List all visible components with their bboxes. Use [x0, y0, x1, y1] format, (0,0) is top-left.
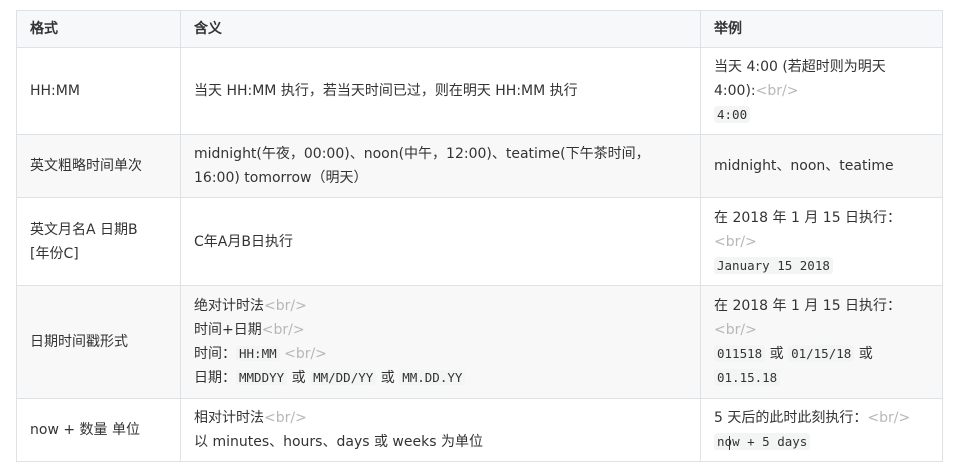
example-text: 5 天后的此时此刻执行： — [714, 410, 868, 426]
meaning-code: MMDDYY — [236, 370, 288, 385]
header-format: 格式 — [16, 10, 181, 48]
meaning-line: 以 minutes、hours、days 或 weeks 为单位 — [194, 434, 483, 450]
meaning-line: 时间： HH:MM <br/> — [194, 342, 687, 366]
format-line: [年份C] — [30, 245, 79, 262]
cell-meaning: 相对计时法<br/> 以 minutes、hours、days 或 weeks … — [180, 398, 701, 462]
meaning-label: 时间： — [194, 346, 236, 362]
cell-format: HH:MM — [16, 47, 181, 135]
br-tag: <br/> — [284, 346, 327, 362]
example-code: January 15 2018 — [714, 256, 833, 274]
meaning-code: MM.DD.YY — [399, 370, 466, 385]
br-tag: <br/> — [714, 322, 757, 338]
header-row: 格式 含义 举例 — [16, 10, 943, 48]
example-code: 011518 — [714, 345, 766, 362]
meaning-line: 日期： MMDDYY 或 MM/DD/YY 或 MM.DD.YY — [194, 366, 687, 390]
br-tag: <br/> — [264, 298, 307, 314]
document: 格式 含义 举例 HH:MM 当天 HH:MM 执行，若当天时间已过，则在明天 … — [0, 0, 969, 463]
meaning-or: 或 — [380, 370, 395, 386]
example-code-line: 011518 或 01/15/18 或 — [714, 342, 929, 366]
example-code-line: January 15 2018 — [714, 254, 929, 278]
br-tag: <br/> — [261, 322, 305, 338]
example-text-line: 在 2018 年 1 月 15 日执行： — [714, 298, 902, 314]
cell-meaning: 当天 HH:MM 执行，若当天时间已过，则在明天 HH:MM 执行 — [180, 47, 701, 135]
example-code-part: w + 5 days — [732, 434, 808, 449]
meaning-line: 时间+日期<br/> — [194, 318, 687, 342]
cell-format: 英文月名A 日期B [年份C] — [16, 197, 181, 286]
meaning-text: 时间+日期 — [194, 322, 262, 338]
example-text-line: 在 2018 年 1 月 15 日执行： — [714, 209, 902, 226]
cell-meaning: midnight(午夜，00:00)、noon(中午，12:00)、teatim… — [180, 134, 701, 198]
format-line: 英文月名A 日期B — [30, 221, 138, 238]
br-tag: <br/> — [867, 410, 911, 426]
example-code: 4:00 — [714, 106, 751, 123]
br-tag: <br/> — [714, 233, 757, 250]
cell-example: 5 天后的此时此刻执行：<br/> now + 5 days — [700, 398, 943, 462]
header-meaning: 含义 — [180, 10, 701, 48]
meaning-code: HH:MM — [236, 346, 280, 361]
cell-example: midnight、noon、teatime — [700, 134, 943, 198]
text-cursor-icon — [729, 435, 731, 450]
br-tag: <br/> — [755, 83, 799, 99]
meaning-text: 相对计时法 — [194, 410, 264, 426]
cell-format: now + 数量 单位 — [16, 398, 181, 462]
cell-example: 在 2018 年 1 月 15 日执行： <br/> January 15 20… — [700, 197, 943, 286]
meaning-line: midnight(午夜，00:00)、noon(中午，12:00)、teatim… — [194, 146, 650, 162]
example-code-line: 01.15.18 — [714, 366, 929, 390]
table-body: HH:MM 当天 HH:MM 执行，若当天时间已过，则在明天 HH:MM 执行 … — [16, 47, 943, 462]
at-time-format-table: 格式 含义 举例 HH:MM 当天 HH:MM 执行，若当天时间已过，则在明天 … — [16, 10, 943, 462]
meaning-code: MM/DD/YY — [310, 370, 377, 385]
example-code[interactable]: now + 5 days — [714, 433, 811, 450]
cell-format: 日期时间戳形式 — [16, 285, 181, 399]
meaning-line: 绝对计时法<br/> — [194, 294, 687, 318]
meaning-or: 或 — [291, 370, 306, 386]
cell-meaning: 绝对计时法<br/> 时间+日期<br/> 时间： HH:MM <br/> 日期：… — [180, 285, 701, 399]
example-text-line: 5 天后的此时此刻执行：<br/> — [714, 406, 929, 430]
example-text-line: 4:00):<br/> — [714, 79, 929, 103]
table-row: now + 数量 单位 相对计时法<br/> 以 minutes、hours、d… — [16, 398, 943, 462]
cell-example: 在 2018 年 1 月 15 日执行： <br/> 011518 或 01/1… — [700, 285, 943, 399]
meaning-label: 日期： — [194, 370, 236, 386]
example-code: 01/15/18 — [788, 345, 855, 362]
table-header: 格式 含义 举例 — [16, 10, 943, 48]
table-row: 英文月名A 日期B [年份C] C年A月B日执行 在 2018 年 1 月 15… — [16, 197, 943, 286]
example-code-line: 4:00 — [714, 103, 929, 127]
example-text: 4:00): — [714, 83, 756, 99]
meaning-line: 16:00) tomorrow（明天） — [194, 170, 368, 186]
meaning-text: 绝对计时法 — [194, 298, 264, 314]
br-tag: <br/> — [264, 410, 307, 426]
cell-meaning: C年A月B日执行 — [180, 197, 701, 286]
cell-format: 英文粗略时间单次 — [16, 134, 181, 198]
table-row: 英文粗略时间单次 midnight(午夜，00:00)、noon(中午，12:0… — [16, 134, 943, 198]
meaning-line: 相对计时法<br/> — [194, 406, 687, 430]
example-or: 或 — [769, 346, 784, 362]
cell-example: 当天 4:00 (若超时则为明天 4:00):<br/> 4:00 — [700, 47, 943, 135]
table-row: 日期时间戳形式 绝对计时法<br/> 时间+日期<br/> 时间： HH:MM <… — [16, 285, 943, 399]
header-example: 举例 — [700, 10, 943, 48]
example-code: 01.15.18 — [714, 369, 781, 386]
example-text-line: 当天 4:00 (若超时则为明天 — [714, 59, 886, 75]
example-or: 或 — [858, 346, 873, 362]
table-row: HH:MM 当天 HH:MM 执行，若当天时间已过，则在明天 HH:MM 执行 … — [16, 47, 943, 135]
example-code-line: now + 5 days — [714, 430, 929, 454]
